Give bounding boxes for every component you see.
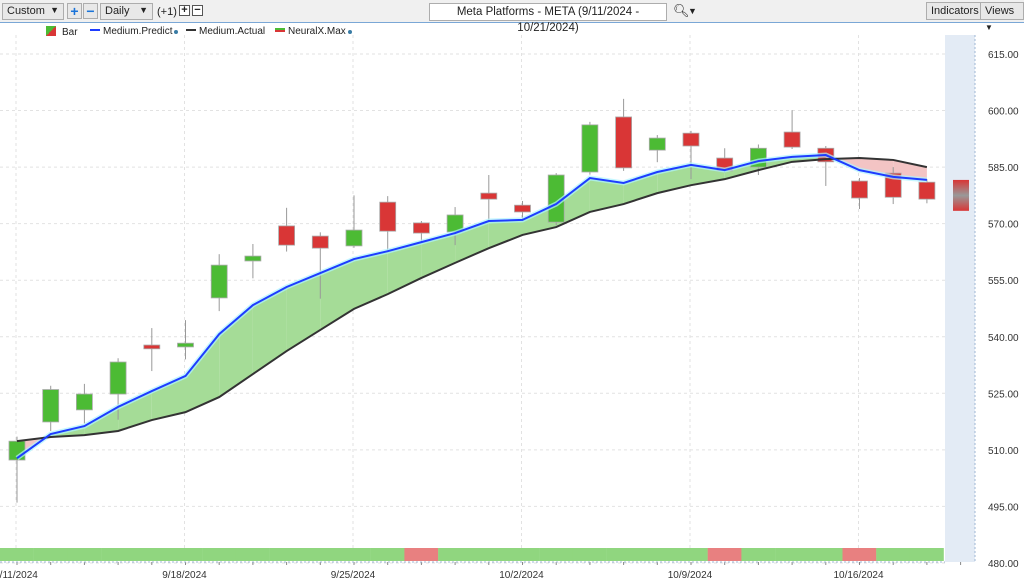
neuralx-signal-up [101, 548, 135, 561]
neuralx-signal-up [471, 548, 506, 561]
neuralx-signal-down [707, 548, 742, 561]
candle-up [345, 229, 363, 247]
candle-down [918, 181, 936, 200]
signal-icon [275, 28, 285, 32]
candle-up [648, 137, 666, 151]
candle-up [177, 342, 194, 348]
neuralx-signal-up [303, 548, 338, 561]
x-tick-label: 10/2/2024 [499, 570, 544, 581]
line-icon [90, 29, 100, 31]
y-tick-label: 510.00 [988, 446, 1019, 457]
neuralx-signal-up [168, 548, 203, 561]
candle-up [109, 361, 127, 395]
candle-down [851, 180, 868, 199]
legend-item-bar[interactable]: Bar [46, 26, 78, 38]
y-tick-label: 555.00 [988, 276, 1019, 287]
candle-down [311, 235, 329, 249]
neuralx-signal-up [202, 548, 237, 561]
x-tick-label: 10/9/2024 [668, 570, 713, 581]
forecast-candle [953, 179, 969, 211]
y-tick-label: 600.00 [988, 107, 1019, 118]
candle-down [615, 116, 632, 169]
legend-item-neuralx-max[interactable]: NeuralX.Max [275, 26, 352, 37]
y-tick-label: 495.00 [988, 502, 1019, 513]
legend-item-medium-actual[interactable]: Medium.Actual [186, 26, 265, 37]
bar-icon [46, 26, 56, 36]
candle-down [412, 222, 430, 234]
y-tick-label: 540.00 [988, 333, 1019, 344]
neuralx-signal-up [269, 548, 304, 561]
neuralx-signal-up [876, 548, 911, 561]
neuralx-signal-up [808, 548, 843, 561]
candle-down [783, 131, 801, 148]
neuralx-signal-up [606, 548, 641, 561]
candle-up [76, 393, 93, 411]
neuralx-signal-up [235, 548, 270, 561]
y-tick-label: 480.00 [988, 559, 1019, 570]
neuralx-signal-up [741, 548, 776, 561]
legend-item-medium-predict[interactable]: Medium.Predict [90, 26, 179, 37]
neuralx-signal-up [67, 548, 102, 561]
candle-up [581, 124, 599, 173]
candle-down [379, 201, 397, 232]
y-tick-label: 525.00 [988, 389, 1019, 400]
legend-label: NeuralX.Max [288, 26, 346, 37]
price-chart[interactable]: 615.00 600.00 585.00 570.00 555.00 540.00 525.… [0, 0, 1024, 583]
y-tick-label: 570.00 [988, 220, 1019, 231]
neuralx-signal-up [0, 548, 34, 561]
legend-label: Bar [62, 27, 78, 38]
candle-down [514, 204, 531, 213]
forecast-region [945, 35, 975, 562]
neuralx-signal-down [404, 548, 439, 561]
candle-up [210, 264, 228, 299]
x-tick-label: 10/16/2024 [833, 570, 883, 581]
candle-down [143, 344, 161, 350]
y-tick-label: 615.00 [988, 50, 1019, 61]
prediction-fill [488, 219, 523, 249]
candle-up [42, 389, 60, 423]
neuralx-signal-up [370, 548, 405, 561]
neuralx-signal-up [337, 548, 371, 561]
candle-down [682, 132, 700, 147]
neuralx-signal-up [134, 548, 169, 561]
neuralx-signal-up [640, 548, 675, 561]
line-icon [186, 29, 196, 31]
neuralx-signal-up [909, 548, 944, 561]
y-tick-label: 585.00 [988, 163, 1019, 174]
info-dot-icon [174, 30, 179, 34]
neuralx-signal-up [572, 548, 607, 561]
x-tick-label: 9/11/2024 [0, 570, 38, 581]
neuralx-signal-up [33, 548, 68, 561]
legend-label: Medium.Predict [103, 26, 173, 37]
neuralx-signal-up [505, 548, 540, 561]
neuralx-signal-up [775, 548, 809, 561]
candle-down [278, 225, 296, 246]
neuralx-signal-up [674, 548, 708, 561]
legend-label: Medium.Actual [199, 26, 266, 37]
x-tick-label: 9/25/2024 [331, 570, 376, 581]
neuralx-signal-up [539, 548, 574, 561]
x-tick-label: 9/18/2024 [162, 570, 207, 581]
candle-up [244, 255, 262, 262]
info-dot-icon [347, 30, 352, 34]
neuralx-signal-up [438, 548, 472, 561]
candle-down [480, 192, 498, 200]
neuralx-signal-down [842, 548, 877, 561]
